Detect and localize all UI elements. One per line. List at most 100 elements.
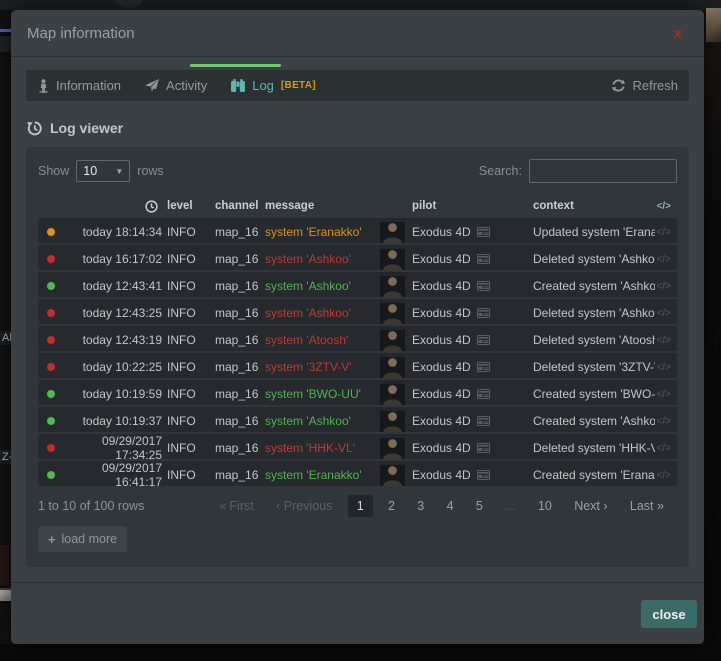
refresh-button[interactable]: Refresh xyxy=(601,70,689,101)
message-column-header[interactable]: message xyxy=(259,200,380,212)
pagination-item[interactable]: 1 xyxy=(348,495,373,517)
table-row[interactable]: today 10:22:25 INFO map_16 system '3ZTV-… xyxy=(38,353,677,378)
log-message: system 'BWO-UU' xyxy=(259,387,380,401)
table-row[interactable]: 09/29/2017 17:34:25 INFO map_16 system '… xyxy=(38,434,677,459)
dialog-title: Map information xyxy=(27,25,135,42)
tab-activity[interactable]: Activity xyxy=(133,70,219,101)
time-column-header[interactable] xyxy=(58,200,162,213)
chevron-down-icon: ▼ xyxy=(115,167,123,176)
table-row[interactable]: today 12:43:19 INFO map_16 system 'Atoos… xyxy=(38,326,677,351)
status-dot xyxy=(47,363,55,371)
log-time: 09/29/2017 16:41:17 xyxy=(58,461,162,489)
table-row[interactable]: today 12:43:25 INFO map_16 system 'Ashko… xyxy=(38,299,677,324)
log-time: today 16:17:02 xyxy=(58,252,162,266)
level-column-header[interactable]: level xyxy=(162,200,210,212)
background-top-bar xyxy=(0,0,721,10)
tab-log[interactable]: Log [BETA] xyxy=(219,70,328,101)
table-row[interactable]: today 16:17:02 INFO map_16 system 'Ashko… xyxy=(38,245,677,270)
row-code-icon[interactable]: </> xyxy=(655,281,671,292)
pagination-item[interactable]: ‹ Previous xyxy=(269,496,339,516)
row-code-icon[interactable]: </> xyxy=(655,308,671,319)
row-code-icon[interactable]: </> xyxy=(655,443,671,454)
status-dot xyxy=(47,390,55,398)
status-dot xyxy=(47,444,55,452)
log-time: today 12:43:19 xyxy=(58,333,162,347)
row-code-icon[interactable]: </> xyxy=(655,416,671,427)
background-left-blue-line xyxy=(0,29,11,32)
log-message: system 'Eranakko' xyxy=(259,468,380,482)
log-level: INFO xyxy=(162,333,210,347)
pagination-info: 1 to 10 of 100 rows xyxy=(38,499,198,513)
table-header-row: level channel message pilot context </> xyxy=(38,197,677,215)
id-card-icon xyxy=(477,281,490,291)
log-channel: map_16 xyxy=(210,360,259,374)
close-button[interactable]: close xyxy=(641,600,697,628)
log-level: INFO xyxy=(162,225,210,239)
pagination-item[interactable]: 5 xyxy=(469,496,490,516)
page-size-value: 10 xyxy=(83,164,97,178)
log-message: system 'Ashkoo' xyxy=(259,306,380,320)
dialog-header: Map information x xyxy=(11,10,704,57)
load-more-label: load more xyxy=(62,532,118,546)
row-code-icon[interactable]: </> xyxy=(655,389,671,400)
rows-label: rows xyxy=(137,164,163,178)
tab-bar: Information Activity Log [BETA] xyxy=(26,70,689,101)
pagination-item[interactable]: 10 xyxy=(531,496,559,516)
log-message: system 'Eranakko' xyxy=(259,225,380,239)
pagination-item[interactable]: 4 xyxy=(440,496,461,516)
plus-icon: + xyxy=(48,532,56,547)
pilot-name: Exodus 4D xyxy=(412,279,471,293)
log-time: 09/29/2017 17:34:25 xyxy=(58,434,162,462)
context-column-header[interactable]: context xyxy=(527,200,655,212)
row-code-icon[interactable]: </> xyxy=(655,335,671,346)
pilot-column-header[interactable]: pilot xyxy=(409,200,527,212)
row-code-icon[interactable]: </> xyxy=(655,362,671,373)
log-table-panel: Show 10 ▼ rows Search: xyxy=(26,147,689,567)
pilot-avatar xyxy=(380,407,405,432)
status-dot xyxy=(47,417,55,425)
pagination-item[interactable]: ... xyxy=(498,496,522,516)
table-row[interactable]: 09/29/2017 16:41:17 INFO map_16 system '… xyxy=(38,461,677,486)
pilot-avatar xyxy=(380,299,405,324)
pagination-item[interactable]: 3 xyxy=(410,496,431,516)
pagination-bar: 1 to 10 of 100 rows « First ‹ Previous 123… xyxy=(38,493,677,519)
log-time: today 10:19:37 xyxy=(58,414,162,428)
pagination-item[interactable]: « First xyxy=(212,496,261,516)
table-row[interactable]: today 10:19:37 INFO map_16 system 'Ashko… xyxy=(38,407,677,432)
row-code-icon[interactable]: </> xyxy=(655,227,671,238)
log-channel: map_16 xyxy=(210,252,259,266)
search-group: Search: xyxy=(479,159,677,183)
pager: « First ‹ Previous 12345... 10 Next › Last » xyxy=(198,495,677,517)
log-context: Deleted system '3ZTV-V' #... xyxy=(527,360,655,374)
row-code-icon[interactable]: </> xyxy=(655,470,671,481)
row-code-icon[interactable]: </> xyxy=(655,254,671,265)
street-view-icon xyxy=(38,79,49,93)
pilot-name: Exodus 4D xyxy=(412,414,471,428)
map-information-dialog: Map information x Information Activity xyxy=(11,10,704,644)
table-row[interactable]: today 12:43:41 INFO map_16 system 'Ashko… xyxy=(38,272,677,297)
id-card-icon xyxy=(477,443,490,453)
log-message: system 'HHK-VL' xyxy=(259,441,380,455)
pagination-item[interactable]: 2 xyxy=(381,496,402,516)
code-column-header-icon[interactable]: </> xyxy=(655,201,671,212)
pilot-avatar xyxy=(380,461,405,486)
log-channel: map_16 xyxy=(210,441,259,455)
background-left-panel-fragment xyxy=(0,34,11,52)
pilot-avatar xyxy=(380,353,405,378)
close-icon[interactable]: x xyxy=(670,24,686,43)
pagination-item[interactable]: Next › xyxy=(567,496,614,516)
pagination-item[interactable]: Last » xyxy=(623,496,671,516)
tab-label: Information xyxy=(56,78,121,93)
table-row[interactable]: today 10:19:59 INFO map_16 system 'BWO-U… xyxy=(38,380,677,405)
log-time: today 10:22:25 xyxy=(58,360,162,374)
channel-column-header[interactable]: channel xyxy=(210,200,259,212)
load-more-button[interactable]: + load more xyxy=(38,526,127,552)
page-size-select[interactable]: 10 ▼ xyxy=(76,160,130,182)
tab-information[interactable]: Information xyxy=(26,70,133,101)
log-context: Deleted system 'Ashkoo' ... xyxy=(527,306,655,320)
search-input[interactable] xyxy=(529,159,677,183)
pilot-avatar xyxy=(380,218,405,243)
table-row[interactable]: today 18:14:34 INFO map_16 system 'Erana… xyxy=(38,218,677,243)
log-context: Created system 'Ashkoo' ... xyxy=(527,279,655,293)
pilot-avatar xyxy=(380,380,405,405)
